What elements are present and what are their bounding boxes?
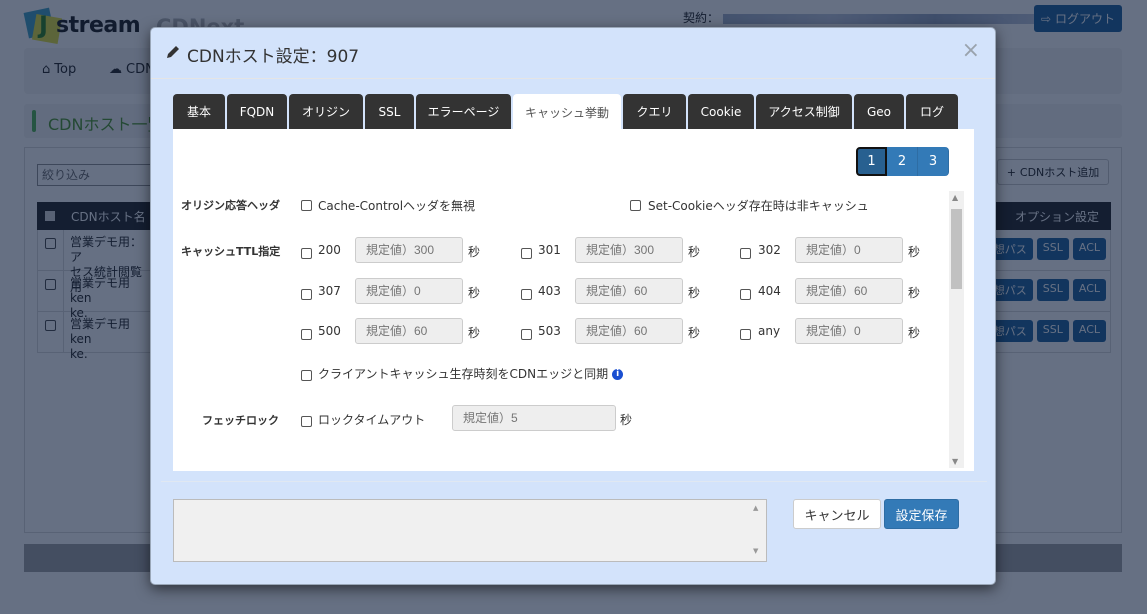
ttl-500-input[interactable] <box>355 318 463 344</box>
memo-textarea[interactable] <box>173 499 767 562</box>
lock-timeout-input[interactable] <box>452 405 616 431</box>
tab-ssl[interactable]: SSL <box>365 94 414 129</box>
memo-scroll-up-icon[interactable]: ▲ <box>753 504 758 512</box>
ttl-302-input[interactable] <box>795 237 903 263</box>
pencil-icon <box>165 44 181 65</box>
cache-ttl-label: キャッシュTTL指定 <box>181 245 281 258</box>
tab-geo[interactable]: Geo <box>854 94 904 129</box>
memo-scroll-down-icon[interactable]: ▼ <box>753 547 758 555</box>
settings-tabs: 基本 FQDN オリジン SSL エラーページ キャッシュ挙動 クエリ Cook… <box>173 94 958 130</box>
save-button[interactable]: 設定保存 <box>884 499 959 529</box>
tab-cookie[interactable]: Cookie <box>688 94 754 129</box>
footer-divider <box>161 481 987 482</box>
ttl-503-checkbox[interactable] <box>521 329 532 340</box>
cache-behavior-panel: 1 2 3 ▲ ▼ オリジン応答ヘッダ Cache-Controlヘッダを無視 … <box>173 129 974 471</box>
close-icon[interactable]: × <box>962 38 980 63</box>
ttl-200-input[interactable] <box>355 237 463 263</box>
tab-error-page[interactable]: エラーページ <box>416 94 511 129</box>
ttl-503-input[interactable] <box>575 318 683 344</box>
pagination: 1 2 3 <box>856 147 949 176</box>
ttl-301-input[interactable] <box>575 237 683 263</box>
info-icon[interactable]: i <box>612 369 624 380</box>
page-2-button[interactable]: 2 <box>887 147 918 176</box>
scroll-thumb[interactable] <box>951 209 962 289</box>
tab-query[interactable]: クエリ <box>623 94 686 129</box>
ttl-500-checkbox[interactable] <box>301 329 312 340</box>
ttl-403-checkbox[interactable] <box>521 289 532 300</box>
ttl-any-input[interactable] <box>795 318 903 344</box>
scroll-up-icon[interactable]: ▲ <box>952 193 958 202</box>
fetch-lock-label: フェッチロック <box>202 414 279 427</box>
tab-access-control[interactable]: アクセス制御 <box>756 94 852 129</box>
ttl-301-checkbox[interactable] <box>521 248 532 259</box>
ttl-404-input[interactable] <box>795 278 903 304</box>
tab-basic[interactable]: 基本 <box>173 94 225 129</box>
ttl-307-checkbox[interactable] <box>301 289 312 300</box>
scroll-down-icon[interactable]: ▼ <box>952 457 958 466</box>
ttl-307-input[interactable] <box>355 278 463 304</box>
ttl-302-checkbox[interactable] <box>740 248 751 259</box>
lock-timeout-checkbox[interactable] <box>301 416 312 427</box>
cdn-host-settings-modal: CDNホスト設定：907 × 基本 FQDN オリジン SSL エラーページ キ… <box>150 27 996 585</box>
tab-log[interactable]: ログ <box>906 94 958 129</box>
sync-client-cache-checkbox[interactable] <box>301 370 312 381</box>
modal-header: CDNホスト設定：907 × <box>151 28 995 79</box>
tab-origin[interactable]: オリジン <box>289 94 363 129</box>
no-cache-on-set-cookie-checkbox[interactable] <box>630 200 641 211</box>
ttl-200-checkbox[interactable] <box>301 248 312 259</box>
ttl-any-checkbox[interactable] <box>740 329 751 340</box>
origin-header-label: オリジン応答ヘッダ <box>181 199 280 212</box>
tab-fqdn[interactable]: FQDN <box>227 94 287 129</box>
ttl-403-input[interactable] <box>575 278 683 304</box>
modal-title: CDNホスト設定：907 <box>165 42 359 67</box>
cancel-button[interactable]: キャンセル <box>793 499 881 529</box>
ignore-cache-control-checkbox[interactable] <box>301 200 312 211</box>
ttl-404-checkbox[interactable] <box>740 289 751 300</box>
page-1-button[interactable]: 1 <box>856 147 887 176</box>
sync-client-cache-label: クライアントキャッシュ生存時刻をCDNエッジと同期 i <box>318 365 624 382</box>
page-3-button[interactable]: 3 <box>918 147 949 176</box>
content-scrollbar[interactable]: ▲ ▼ <box>949 191 964 468</box>
tab-cache-behavior[interactable]: キャッシュ挙動 <box>513 94 621 130</box>
